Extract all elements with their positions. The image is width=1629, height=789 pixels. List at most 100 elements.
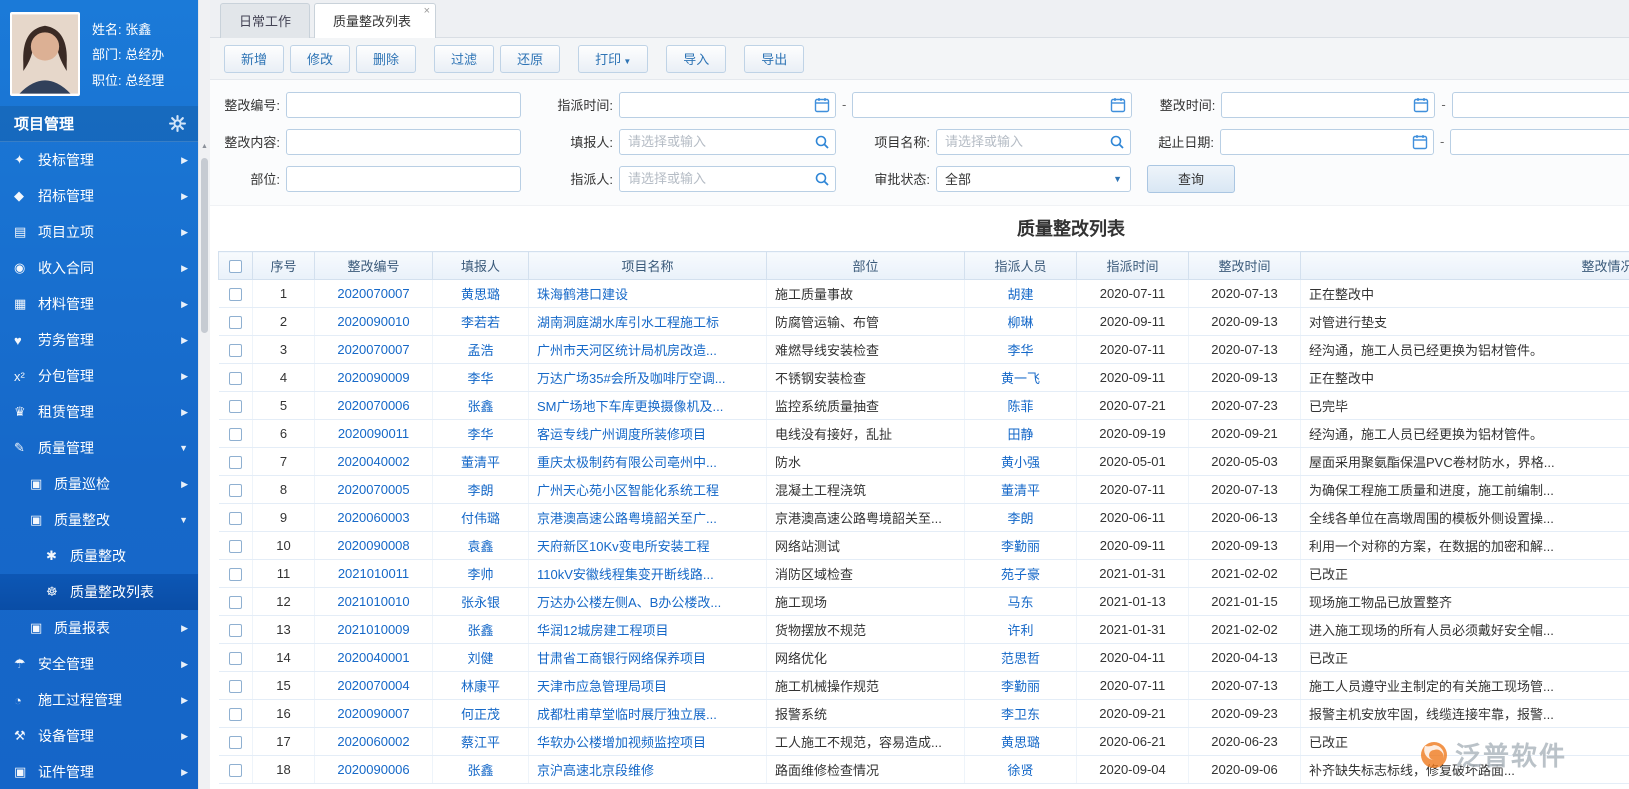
restore-button[interactable]: 还原 [500, 44, 561, 73]
sidebar-item-equipment-management[interactable]: ⚒ 设备管理 ▶ [0, 718, 198, 754]
cell-assignee[interactable]: 苑子豪 [964, 559, 1077, 588]
cell-reporter[interactable]: 李若若 [432, 307, 529, 336]
cell-code[interactable]: 2020040002 [314, 447, 433, 476]
cell-code[interactable]: 2020070007 [314, 279, 433, 308]
sidebar-item-quality-rectification-entry[interactable]: ✱ 质量整改 [0, 538, 198, 574]
sidebar-item-labor-management[interactable]: ♥ 劳务管理 ▶ [0, 322, 198, 358]
cell-project[interactable]: 天府新区10Kv变电所安装工程 [528, 531, 767, 560]
gear-icon[interactable] [169, 115, 186, 132]
cell-reporter[interactable]: 何正茂 [432, 699, 529, 728]
tab-quality-rectify-list[interactable]: 质量整改列表 × [314, 3, 437, 38]
cell-project[interactable]: 万达广场35#会所及咖啡厅空调... [528, 363, 767, 392]
search-button[interactable]: 查询 [1147, 164, 1235, 193]
cell-code[interactable]: 2020060003 [314, 503, 433, 532]
cell-assignee[interactable]: 田静 [964, 419, 1077, 448]
row-checkbox[interactable] [228, 484, 242, 498]
date-range-start-input[interactable] [1220, 128, 1434, 155]
sidebar-item-quality-rectification-list[interactable]: ☸ 质量整改列表 [0, 574, 198, 610]
sidebar-item-quality-report[interactable]: ▣ 质量报表 ▶ [0, 610, 198, 646]
cell-reporter[interactable]: 孟浩 [432, 335, 529, 364]
rectify-code-input[interactable] [286, 91, 521, 118]
cell-reporter[interactable]: 董清平 [432, 447, 529, 476]
approval-status-select[interactable]: 全部 ▼ [936, 165, 1131, 192]
sidebar-item-quality-inspection[interactable]: ▣ 质量巡检 ▶ [0, 466, 198, 502]
sidebar-item-income-contract[interactable]: ◉ 收入合同 ▶ [0, 250, 198, 286]
cell-reporter[interactable]: 李华 [432, 363, 529, 392]
cell-project[interactable]: 110kV安徽线程集变开断线路... [528, 559, 767, 588]
calendar-icon[interactable] [1412, 134, 1428, 150]
modify-button[interactable]: 修改 [290, 44, 351, 73]
cell-assignee[interactable]: 黄一飞 [964, 363, 1077, 392]
cell-project[interactable]: 客运专线广州调度所装修项目 [528, 419, 767, 448]
cell-project[interactable]: 珠海鹤港口建设 [528, 279, 767, 308]
row-checkbox[interactable] [228, 288, 242, 302]
cell-reporter[interactable]: 黄思璐 [432, 279, 529, 308]
cell-assignee[interactable]: 黄思璐 [964, 727, 1077, 756]
cell-project[interactable]: 京沪高速北京段维修 [528, 755, 767, 784]
row-checkbox[interactable] [228, 400, 242, 414]
import-button[interactable]: 导入 [666, 44, 727, 73]
cell-code[interactable]: 2020090011 [314, 419, 433, 448]
cell-assignee[interactable]: 李华 [964, 335, 1077, 364]
search-icon[interactable] [814, 171, 830, 187]
cell-reporter[interactable]: 蔡江平 [432, 727, 529, 756]
cell-code[interactable]: 2020070006 [314, 391, 433, 420]
cell-code[interactable]: 2020090006 [314, 755, 433, 784]
cell-reporter[interactable]: 李华 [432, 419, 529, 448]
cell-code[interactable]: 2020070005 [314, 475, 433, 504]
calendar-icon[interactable] [1413, 97, 1429, 113]
rectify-time-start-input[interactable] [1221, 91, 1436, 118]
scrollbar-thumb[interactable] [201, 158, 208, 333]
row-checkbox[interactable] [228, 596, 242, 610]
row-checkbox[interactable] [228, 428, 242, 442]
rectify-content-input[interactable] [286, 128, 521, 155]
cell-project[interactable]: 华软办公楼增加视频监控项目 [528, 727, 767, 756]
cell-code[interactable]: 2021010011 [314, 559, 433, 588]
cell-code[interactable]: 2021010010 [314, 587, 433, 616]
print-button[interactable]: 打印 ▼ [578, 44, 649, 73]
close-icon[interactable]: × [424, 6, 430, 17]
row-checkbox[interactable] [228, 652, 242, 666]
cell-code[interactable]: 2020070004 [314, 671, 433, 700]
assign-time-start-input[interactable] [619, 91, 836, 118]
sidebar-item-tender-management[interactable]: ◆ 招标管理 ▶ [0, 178, 198, 214]
sidebar-item-certificate-management[interactable]: ▣ 证件管理 ▶ [0, 754, 198, 789]
cell-project[interactable]: SM广场地下车库更换摄像机及... [528, 391, 767, 420]
search-icon[interactable] [1109, 134, 1125, 150]
cell-assignee[interactable]: 柳琳 [964, 307, 1077, 336]
row-checkbox[interactable] [228, 764, 242, 778]
sidebar-item-construction-process-management[interactable]: ◔ 施工过程管理 ▶ [0, 682, 198, 718]
cell-reporter[interactable]: 李帅 [432, 559, 529, 588]
sidebar-scrollbar[interactable]: ▲ [198, 0, 210, 789]
date-range-end-input[interactable] [1450, 128, 1629, 155]
scrollbar-up-arrow-icon[interactable]: ▲ [199, 140, 210, 154]
cell-code[interactable]: 2020090007 [314, 699, 433, 728]
cell-project[interactable]: 天津市应急管理局项目 [528, 671, 767, 700]
cell-assignee[interactable]: 董清平 [964, 475, 1077, 504]
select-all-checkbox[interactable] [229, 260, 242, 274]
sidebar-item-quality-management[interactable]: ✎ 质量管理 ▼ [0, 430, 198, 466]
cell-project[interactable]: 华润12城房建工程项目 [528, 615, 767, 644]
calendar-icon[interactable] [814, 97, 830, 113]
tab-daily-work[interactable]: 日常工作 [220, 3, 311, 38]
sidebar-item-subcontract-management[interactable]: x² 分包管理 ▶ [0, 358, 198, 394]
cell-assignee[interactable]: 许利 [964, 615, 1077, 644]
cell-assignee[interactable]: 李朗 [964, 503, 1077, 532]
cell-code[interactable]: 2020070007 [314, 335, 433, 364]
cell-reporter[interactable]: 张鑫 [432, 755, 529, 784]
project-name-input[interactable] [936, 128, 1131, 155]
row-checkbox[interactable] [228, 680, 242, 694]
row-checkbox[interactable] [228, 344, 242, 358]
filter-button[interactable]: 过滤 [434, 44, 495, 73]
export-button[interactable]: 导出 [744, 44, 805, 73]
cell-code[interactable]: 2020090008 [314, 531, 433, 560]
cell-assignee[interactable]: 李卫东 [964, 699, 1077, 728]
cell-project[interactable]: 甘肃省工商银行网络保养项目 [528, 643, 767, 672]
cell-reporter[interactable]: 林康平 [432, 671, 529, 700]
cell-project[interactable]: 湖南洞庭湖水库引水工程施工标 [528, 307, 767, 336]
row-checkbox[interactable] [228, 708, 242, 722]
assigner-input[interactable] [619, 165, 836, 192]
cell-project[interactable]: 广州市天河区统计局机房改造... [528, 335, 767, 364]
row-checkbox[interactable] [228, 456, 242, 470]
sidebar-section-header[interactable]: 项目管理 [0, 106, 198, 142]
